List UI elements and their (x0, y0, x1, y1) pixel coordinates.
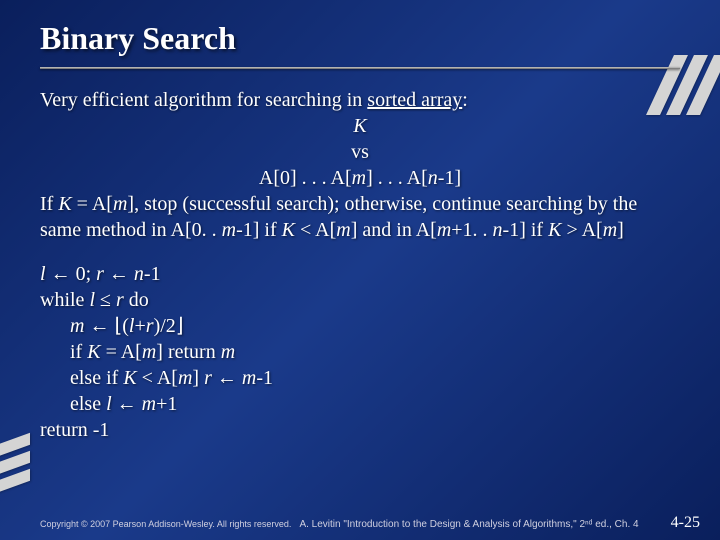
title-divider (40, 67, 680, 69)
page-number: 4-25 (671, 514, 700, 532)
slide-title: Binary Search (40, 20, 680, 57)
alg-line-5: else if K < A[m] r ← m-1 (40, 365, 680, 391)
array-line: A[0] . . . A[m] . . . A[n-1] (40, 165, 680, 191)
intro-line: Very efficient algorithm for searching i… (40, 87, 680, 113)
book-citation: A. Levitin "Introduction to the Design &… (299, 519, 662, 530)
description-block: Very efficient algorithm for searching i… (40, 87, 680, 243)
explanation-paragraph: If K = A[m], stop (successful search); o… (40, 191, 680, 243)
intro-underline: sorted array (367, 89, 462, 111)
alg-line-4: if K = A[m] return m (40, 339, 680, 365)
alg-line-3: m ← ⌊(l+r)/2⌋ (40, 313, 680, 339)
footer: Copyright © 2007 Pearson Addison-Wesley.… (40, 514, 700, 532)
intro-colon: : (462, 89, 468, 111)
copyright-text: Copyright © 2007 Pearson Addison-Wesley.… (40, 519, 291, 529)
alg-line-6: else l ← m+1 (40, 391, 680, 417)
alg-line-2: while l ≤ r do (40, 287, 680, 313)
intro-text: Very efficient algorithm for searching i… (40, 89, 367, 111)
line-vs: vs (40, 139, 680, 165)
alg-line-1: l ← 0; r ← n-1 (40, 261, 680, 287)
slide: Binary Search Very efficient algorithm f… (0, 0, 720, 540)
alg-line-7: return -1 (40, 417, 680, 443)
line-k: K (40, 113, 680, 139)
algorithm-block: l ← 0; r ← n-1 while l ≤ r do m ← ⌊(l+r)… (40, 261, 680, 443)
